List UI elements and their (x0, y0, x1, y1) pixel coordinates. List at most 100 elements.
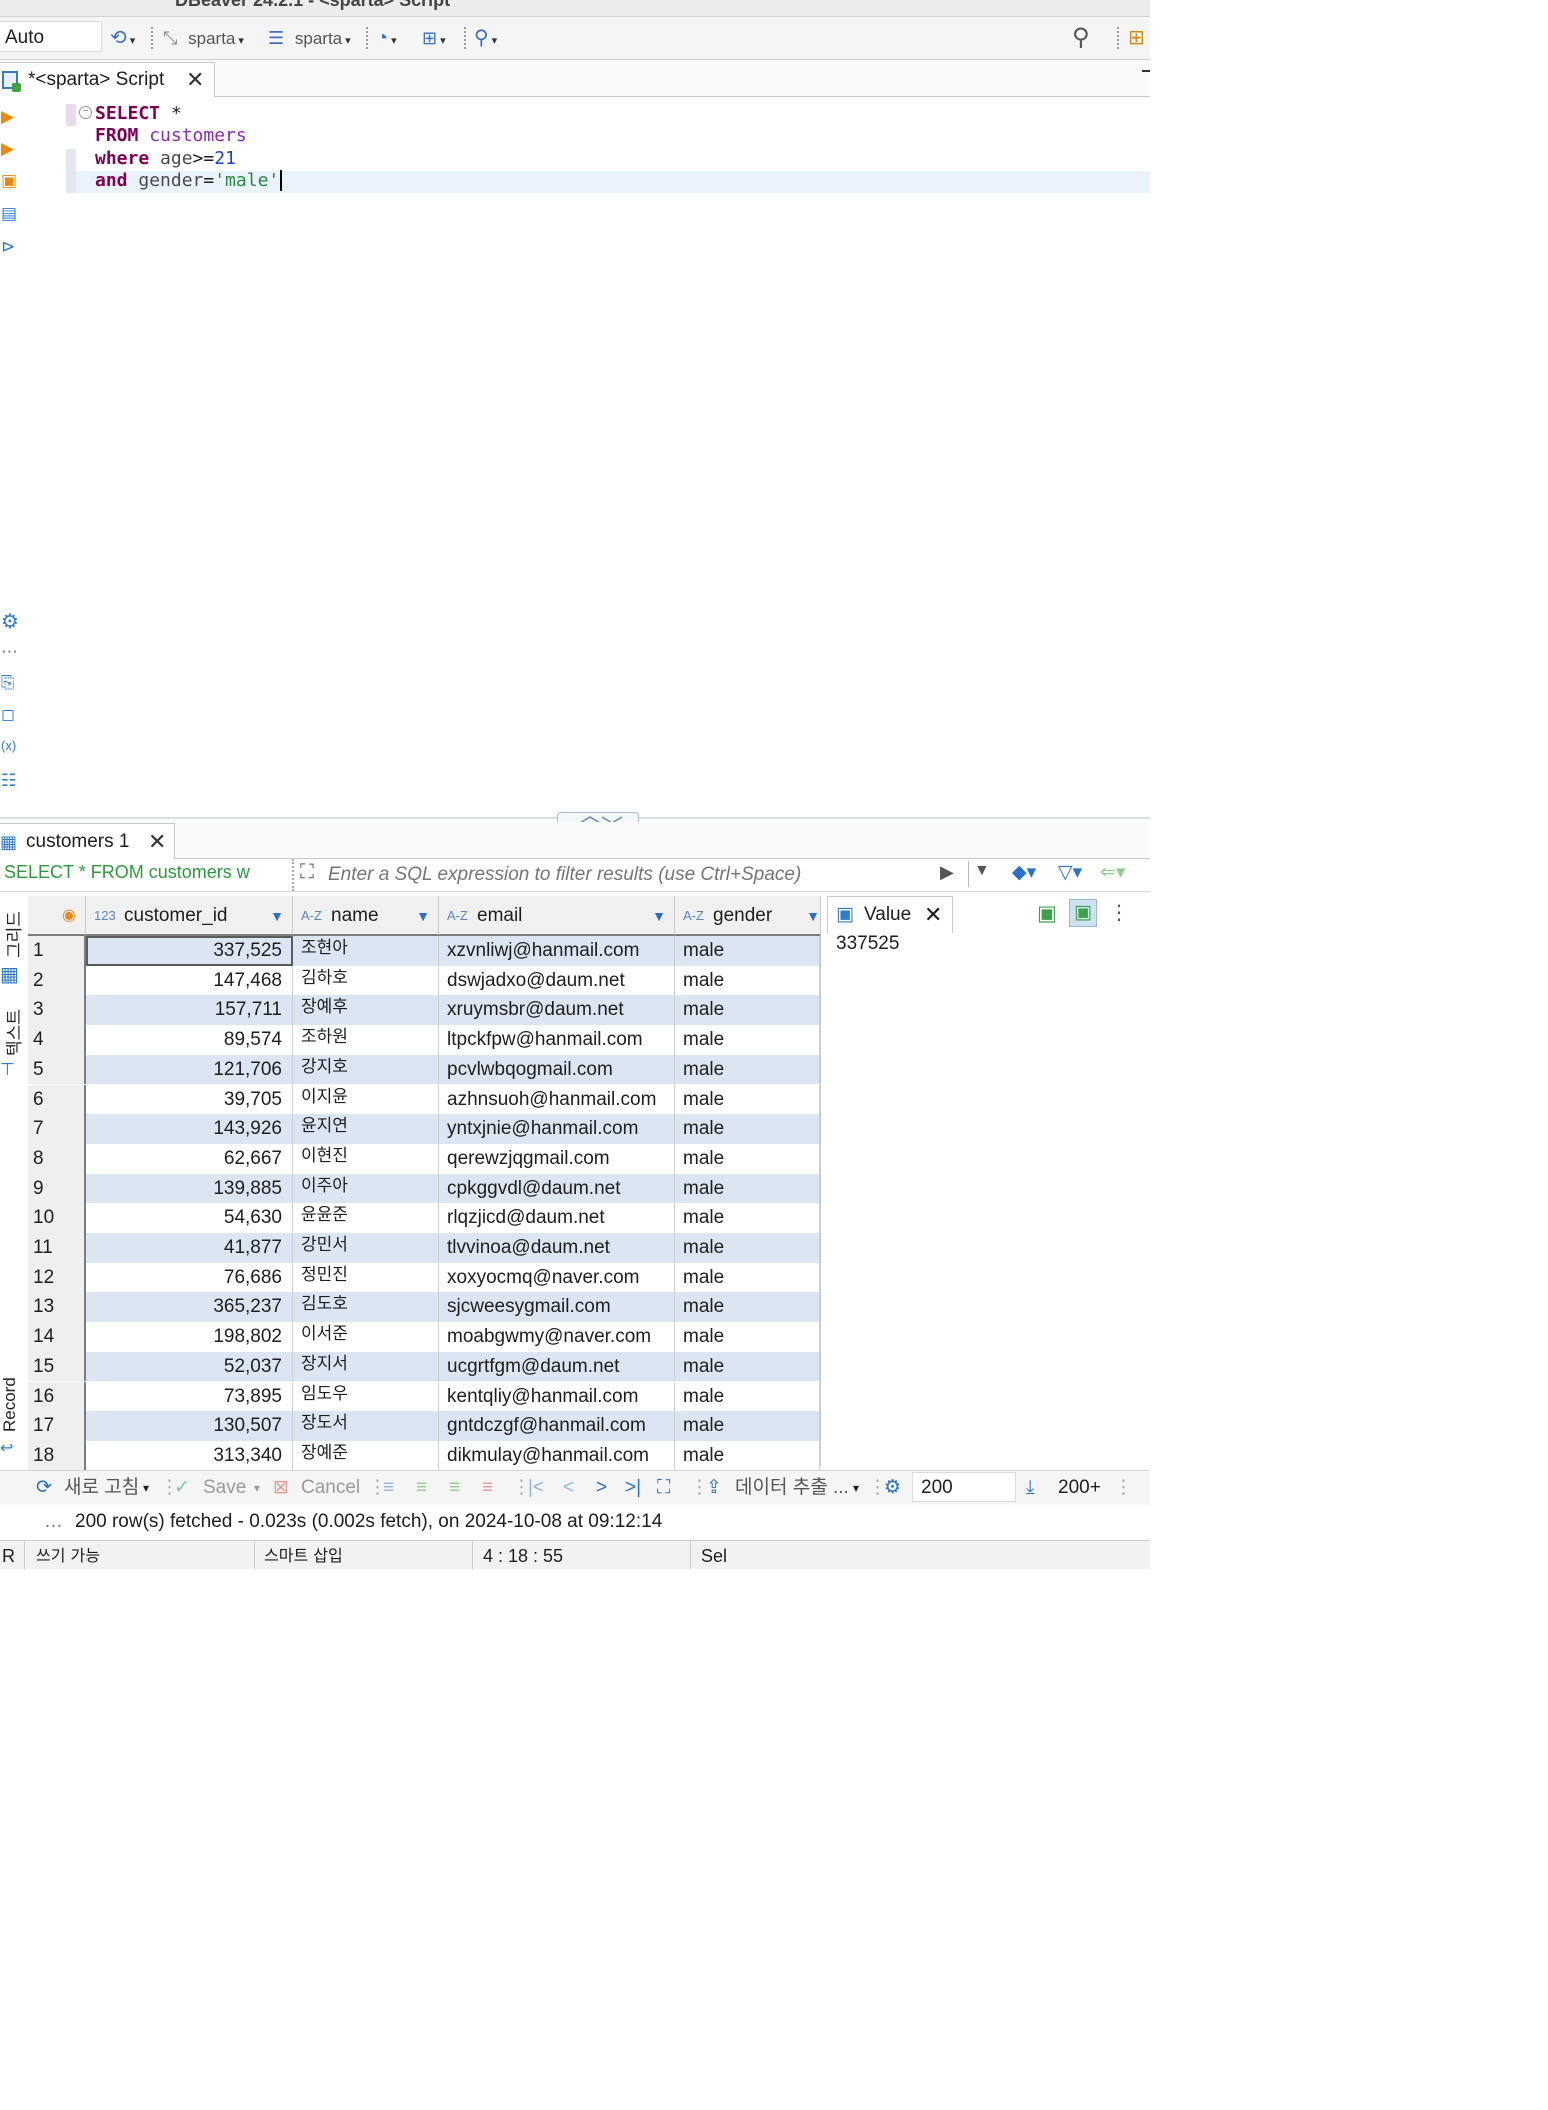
execute-statement-icon[interactable]: ▶ (1, 107, 21, 127)
email-cell[interactable]: sjcweesygmail.com (439, 1292, 675, 1323)
gender-cell[interactable]: male (675, 1025, 820, 1055)
previous-page-icon[interactable]: < (563, 1475, 574, 1501)
gender-cell[interactable]: male (675, 1173, 820, 1204)
customer-id-cell[interactable]: 62,667 (86, 1143, 293, 1174)
record-mode-tab[interactable]: Record (0, 1377, 20, 1432)
fetch-all-icon[interactable]: ⛶ (657, 1475, 670, 1501)
customer-id-cell[interactable]: 130,507 (86, 1411, 293, 1441)
email-cell[interactable]: kentqliy@hanmail.com (439, 1381, 675, 1412)
customer-id-cell[interactable]: 143,926 (86, 1114, 293, 1144)
name-cell[interactable]: 강지호 (293, 1054, 439, 1085)
name-cell[interactable]: 이주아 (293, 1173, 439, 1204)
minimize-icon[interactable] (1142, 70, 1150, 72)
name-cell[interactable]: 김도호 (293, 1292, 439, 1323)
gender-cell[interactable]: male (675, 965, 820, 996)
name-cell[interactable]: 장도서 (293, 1411, 439, 1441)
add-row-icon[interactable]: ≡ (416, 1475, 427, 1501)
gender-cell[interactable]: male (675, 1381, 820, 1412)
table-row[interactable]: 7 143,926 윤지연 yntxjnie@hanmail.com male (28, 1114, 820, 1144)
edit-row-icon[interactable]: ≡ (383, 1475, 394, 1501)
fetch-next-button[interactable]: 200+ (1058, 1475, 1101, 1501)
table-row[interactable]: 3 157,711 장예후 xruymsbr@daum.net male (28, 995, 820, 1026)
row-number-cell[interactable]: 10 (28, 1203, 86, 1233)
table-row[interactable]: 6 39,705 이지윤 azhnsuoh@hanmail.com male (28, 1084, 820, 1115)
gender-cell[interactable]: male (675, 1233, 820, 1263)
name-cell[interactable]: 윤윤준 (293, 1203, 439, 1233)
sort-dropdown-icon[interactable]: ▼ (806, 896, 820, 936)
customer-id-cell[interactable]: 76,686 (86, 1262, 293, 1293)
column-header-gender[interactable]: A-Z gender ▼ (675, 896, 820, 936)
customer-id-cell[interactable]: 89,574 (86, 1025, 293, 1055)
customer-id-cell[interactable]: 157,711 (86, 995, 293, 1026)
gear-icon[interactable]: ⚙ (1, 609, 21, 633)
grid-icon[interactable]: ▦ (0, 962, 19, 987)
gender-cell[interactable]: male (675, 995, 820, 1026)
table-row[interactable]: 4 89,574 조하원 ltpckfpw@hanmail.com male (28, 1025, 820, 1055)
table-row[interactable]: 8 62,667 이현진 qerewzjqgmail.com male (28, 1143, 820, 1174)
record-icon[interactable]: ↩ (0, 1438, 13, 1458)
customer-id-cell[interactable]: 313,340 (86, 1440, 293, 1471)
customer-id-cell[interactable]: 121,706 (86, 1054, 293, 1085)
table-row[interactable]: 2 147,468 김하호 dswjadxo@daum.net male (28, 965, 820, 996)
name-cell[interactable]: 이서준 (293, 1322, 439, 1352)
column-header-customer-id[interactable]: 123 customer_id ▼ (86, 896, 293, 936)
row-number-cell[interactable]: 17 (28, 1411, 86, 1441)
email-cell[interactable]: xoxyocmq@naver.com (439, 1262, 675, 1293)
email-cell[interactable]: qerewzjqgmail.com (439, 1143, 675, 1174)
customer-id-cell[interactable]: 198,802 (86, 1322, 293, 1352)
gender-cell[interactable]: male (675, 936, 820, 966)
customer-id-cell[interactable]: 337,525 (86, 936, 293, 966)
customer-id-cell[interactable]: 39,705 (86, 1084, 293, 1115)
gender-cell[interactable]: male (675, 1114, 820, 1144)
more-options-icon[interactable]: ⋮ (1109, 900, 1129, 925)
global-search-button[interactable]: ⚲ (1072, 23, 1090, 53)
name-cell[interactable]: 임도우 (293, 1381, 439, 1412)
gender-cell[interactable]: male (675, 1322, 820, 1352)
script-problems-icon[interactable]: ◻ (1, 705, 21, 725)
select-all-icon[interactable]: ◉ (62, 896, 76, 936)
delete-row-icon[interactable]: ≡ (482, 1475, 493, 1501)
customer-id-cell[interactable]: 147,468 (86, 965, 293, 996)
export-data-button[interactable]: 데이터 추출 ... (735, 1475, 849, 1501)
name-cell[interactable]: 장예준 (293, 1440, 439, 1471)
execute-in-new-tab-icon[interactable]: ▶ (1, 139, 21, 159)
outline-icon[interactable]: ☷ (1, 771, 21, 791)
filter-input[interactable] (328, 862, 928, 888)
row-number-cell[interactable]: 4 (28, 1025, 86, 1055)
gender-cell[interactable]: male (675, 1262, 820, 1293)
table-row[interactable]: 12 76,686 정민진 xoxyocmq@naver.com male (28, 1262, 820, 1293)
filter-history-icon[interactable]: ▼ (974, 862, 990, 880)
sort-dropdown-icon[interactable]: ▼ (270, 896, 284, 936)
table-row[interactable]: 17 130,507 장도서 gntdczgf@hanmail.com male (28, 1411, 820, 1441)
sort-dropdown-icon[interactable]: ▼ (652, 896, 666, 936)
customer-id-cell[interactable]: 41,877 (86, 1233, 293, 1263)
name-cell[interactable]: 이지윤 (293, 1084, 439, 1115)
explain-plan-icon[interactable]: ▤ (1, 204, 21, 224)
tab-sql-script[interactable]: *<sparta> Script ✕ (0, 62, 215, 97)
expand-filter-icon[interactable]: ⛶ (300, 861, 314, 884)
next-page-icon[interactable]: > (596, 1475, 607, 1501)
customer-id-cell[interactable]: 73,895 (86, 1381, 293, 1412)
name-cell[interactable]: 장예후 (293, 995, 439, 1026)
row-number-cell[interactable]: 8 (28, 1143, 86, 1174)
gender-cell[interactable]: male (675, 1411, 820, 1441)
table-row[interactable]: 1 337,525 조현아 xzvnliwj@hanmail.com male (28, 936, 820, 966)
customer-id-cell[interactable]: 54,630 (86, 1203, 293, 1233)
tab-value[interactable]: ▣ Value ✕ (827, 896, 953, 933)
grid-view-tab[interactable]: 그리드 (0, 911, 25, 958)
row-number-cell[interactable]: 2 (28, 965, 86, 996)
text-view-icon[interactable]: ⊤ (0, 1060, 15, 1080)
table-row[interactable]: 14 198,802 이서준 moabgwmy@naver.com male (28, 1322, 820, 1352)
dashboard-button[interactable]: ◔ ▾ (376, 23, 397, 53)
email-cell[interactable]: ucgrtfgm@daum.net (439, 1351, 675, 1382)
refresh-button[interactable]: 새로 고침 (64, 1475, 139, 1501)
table-row[interactable]: 10 54,630 윤윤준 rlqzjicd@daum.net male (28, 1203, 820, 1233)
table-row[interactable]: 16 73,895 임도우 kentqliy@hanmail.com male (28, 1381, 820, 1412)
customer-id-cell[interactable]: 52,037 (86, 1351, 293, 1382)
close-icon[interactable]: ✕ (148, 824, 166, 859)
name-cell[interactable]: 이현진 (293, 1143, 439, 1174)
row-number-cell[interactable]: 6 (28, 1084, 86, 1115)
sort-dropdown-icon[interactable]: ▼ (416, 896, 430, 936)
row-number-cell[interactable]: 7 (28, 1114, 86, 1144)
table-row[interactable]: 18 313,340 장예준 dikmulay@hanmail.com male (28, 1440, 820, 1471)
